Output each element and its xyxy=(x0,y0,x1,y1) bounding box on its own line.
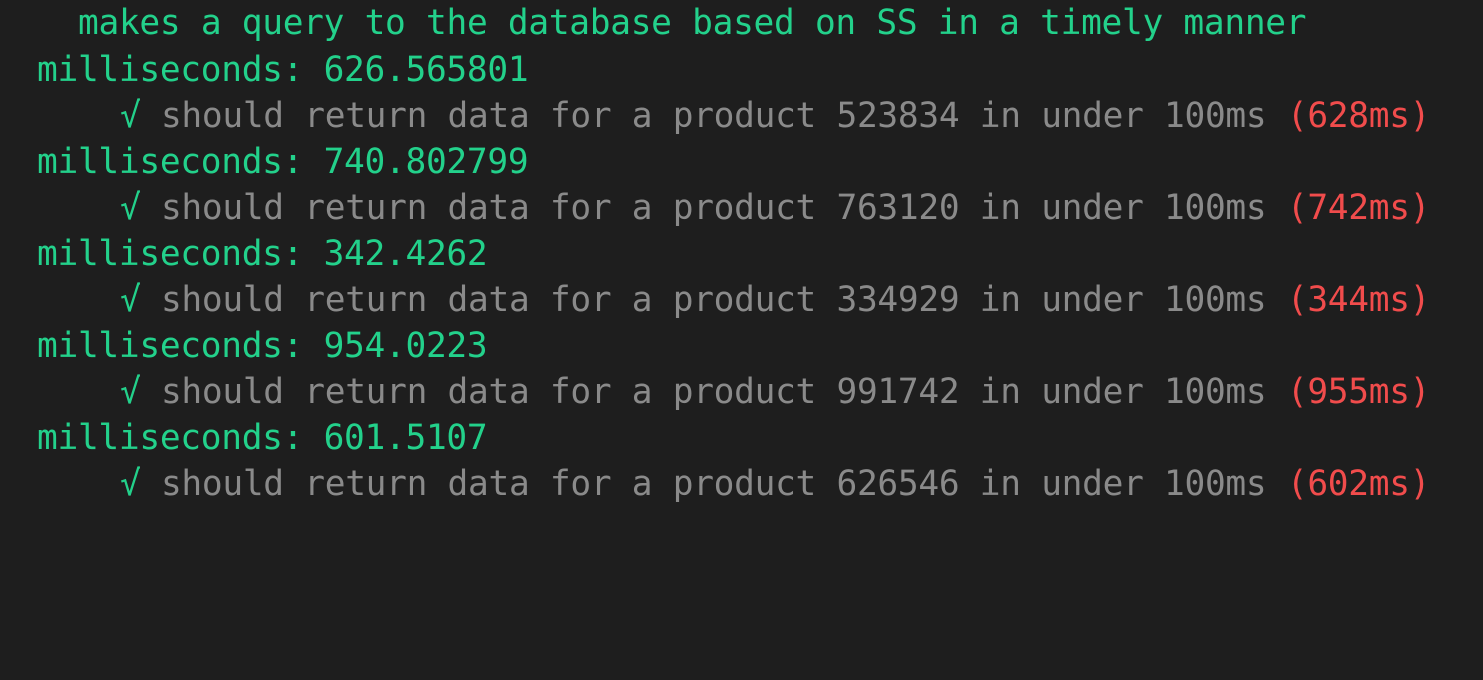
test-result-line: √ should return data for a product 99174… xyxy=(120,369,1430,415)
check-icon: √ xyxy=(120,464,141,504)
test-result-line: √ should return data for a product 76312… xyxy=(120,185,1430,231)
milliseconds-line: milliseconds: 954.0223 xyxy=(37,326,488,366)
test-description: should return data for a product 626546 … xyxy=(140,464,1287,504)
test-duration: (742ms) xyxy=(1286,188,1431,228)
terminal-output: makes a query to the database based on S… xyxy=(0,0,1483,521)
check-icon: √ xyxy=(120,188,141,228)
test-description: should return data for a product 763120 … xyxy=(140,188,1287,228)
check-icon: √ xyxy=(120,96,141,136)
test-result-line: √ should return data for a product 52383… xyxy=(120,93,1430,139)
milliseconds-line: milliseconds: 601.5107 xyxy=(37,418,488,458)
test-description: should return data for a product 991742 … xyxy=(140,372,1287,412)
test-duration: (344ms) xyxy=(1286,280,1431,320)
test-result-line: √ should return data for a product 33492… xyxy=(120,277,1430,323)
test-duration: (955ms) xyxy=(1286,372,1431,412)
milliseconds-line: milliseconds: 342.4262 xyxy=(37,234,488,274)
test-duration: (602ms) xyxy=(1286,464,1431,504)
test-result-line: √ should return data for a product 62654… xyxy=(120,461,1430,507)
test-description: should return data for a product 523834 … xyxy=(140,96,1287,136)
milliseconds-line: milliseconds: 626.565801 xyxy=(37,50,529,90)
check-icon: √ xyxy=(120,280,141,320)
suite-title: makes a query to the database based on S… xyxy=(78,3,1307,43)
test-duration: (628ms) xyxy=(1286,96,1431,136)
milliseconds-line: milliseconds: 740.802799 xyxy=(37,142,529,182)
check-icon: √ xyxy=(120,372,141,412)
test-description: should return data for a product 334929 … xyxy=(140,280,1287,320)
